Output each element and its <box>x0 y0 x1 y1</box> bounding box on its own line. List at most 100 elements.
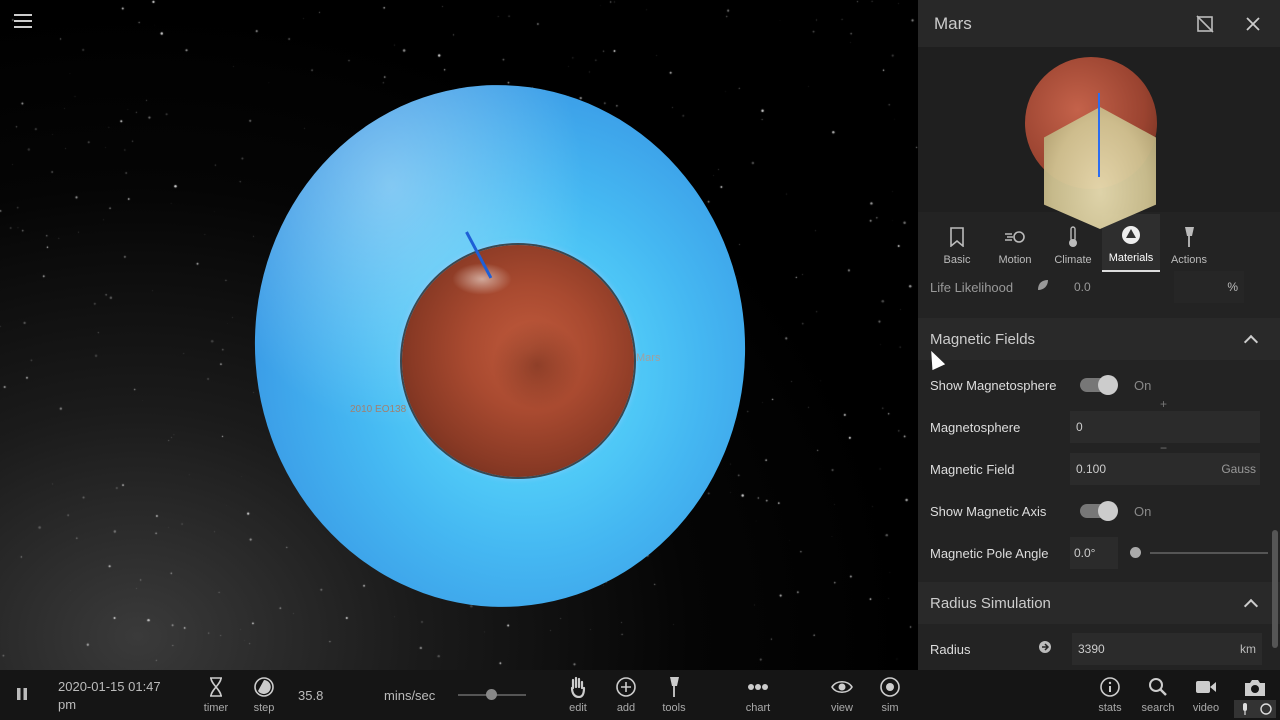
tab-actions[interactable]: Actions <box>1160 214 1218 272</box>
planet-mars[interactable] <box>402 245 634 477</box>
life-likelihood-label: Life Likelihood <box>930 279 1014 295</box>
sim-date[interactable]: 2020-01-15 01:47 <box>58 679 161 694</box>
magnetic-pole-angle-value[interactable]: 0.0° <box>1070 537 1118 569</box>
timer-button[interactable]: timer <box>193 676 239 714</box>
stats-button[interactable]: stats <box>1087 676 1133 714</box>
show-magnetic-axis-row: Show Magnetic Axis On <box>918 490 1280 532</box>
stats-label: stats <box>1098 702 1122 714</box>
microphone-icon[interactable] <box>1234 700 1256 718</box>
radius-row: Radius 3390 km <box>918 628 1280 670</box>
magnetic-field-input[interactable]: 0.100 − Gauss <box>1070 441 1260 485</box>
radius-simulation-header[interactable]: Radius Simulation <box>918 582 1280 624</box>
rate-unit[interactable]: mins/sec <box>384 688 435 703</box>
panel-title: Mars <box>934 13 972 33</box>
magnetic-field-unit: Gauss <box>1221 462 1256 476</box>
sim-time-ampm[interactable]: pm <box>58 697 76 712</box>
tab-label: Materials <box>1108 252 1154 264</box>
magnetosphere-value: 0 <box>1076 420 1083 434</box>
search-button[interactable]: search <box>1135 676 1181 714</box>
object-preview <box>918 47 1280 229</box>
bottom-toolbar: 2020-01-15 01:47 pm timer step 35.8 mins… <box>0 670 1280 720</box>
add-label: add <box>616 702 636 714</box>
decrement-icon[interactable]: − <box>1160 441 1167 455</box>
radius-label: Radius <box>930 641 971 657</box>
sim-button[interactable]: sim <box>867 676 913 714</box>
search-icon <box>1147 676 1169 698</box>
hide-panel-icon[interactable] <box>1194 13 1216 35</box>
hamburger-icon[interactable] <box>14 14 32 30</box>
panel-header: Mars <box>918 0 1280 47</box>
sim-label: sim <box>881 702 899 714</box>
thermometer-icon <box>1062 226 1084 248</box>
planet-label[interactable]: Mars <box>636 352 660 364</box>
pole-angle-slider-knob[interactable] <box>1130 547 1141 558</box>
video-button[interactable]: video <box>1183 676 1229 714</box>
actions-icon <box>1178 226 1200 248</box>
magnetic-field-row: Magnetic Field 0.100 − Gauss <box>918 441 1280 490</box>
tab-label: Motion <box>998 254 1032 266</box>
edit-label: edit <box>569 702 587 714</box>
materials-icon <box>1120 224 1142 246</box>
video-label: video <box>1192 702 1220 714</box>
step-label: step <box>253 702 275 714</box>
record-icon[interactable] <box>1256 700 1276 718</box>
show-magnetic-axis-toggle[interactable] <box>1080 501 1118 521</box>
panel-scrollbar[interactable] <box>1272 530 1278 648</box>
motion-icon <box>1004 226 1026 248</box>
magnetic-pole-angle-control: 0.0° <box>1070 537 1268 569</box>
chart-button[interactable]: chart <box>735 676 781 714</box>
magnetosphere-label: Magnetosphere <box>930 419 1021 435</box>
pause-icon[interactable] <box>14 686 30 707</box>
hourglass-icon <box>205 676 227 698</box>
eye-icon <box>831 676 853 698</box>
magnetic-field-value: 0.100 <box>1076 462 1107 476</box>
magnetic-pole-angle-label: Magnetic Pole Angle <box>930 545 1049 561</box>
search-label: search <box>1141 702 1175 714</box>
show-magnetosphere-label: Show Magnetosphere <box>930 377 1057 393</box>
section-title: Radius Simulation <box>930 594 1051 612</box>
magnetic-fields-header[interactable]: Magnetic Fields <box>918 318 1280 360</box>
space-viewport[interactable]: Mars 2010 EO138 <box>0 0 918 670</box>
pole-angle-slider-track[interactable] <box>1150 552 1268 554</box>
info-icon <box>1099 676 1121 698</box>
tools-label: tools <box>662 702 686 714</box>
add-icon <box>615 676 637 698</box>
tab-motion[interactable]: Motion <box>986 214 1044 272</box>
tools-icon <box>663 676 685 698</box>
life-likelihood-unit: % <box>1174 271 1244 303</box>
radius-unit: km <box>1240 642 1256 656</box>
show-magnetosphere-row: Show Magnetosphere On <box>918 364 1280 406</box>
magnetosphere-input[interactable]: 0 + <box>1070 397 1260 443</box>
radius-input[interactable]: 3390 km <box>1072 633 1262 665</box>
tab-label: Actions <box>1170 254 1208 266</box>
properties-panel: Mars Basic Motion Climate Materials Acti… <box>918 0 1280 670</box>
bookmark-icon <box>946 226 968 248</box>
edit-button[interactable]: edit <box>555 676 601 714</box>
leaf-icon <box>1036 278 1056 297</box>
chevron-up-icon[interactable] <box>1243 598 1259 613</box>
asteroid-label[interactable]: 2010 EO138 <box>350 404 406 415</box>
reset-icon[interactable] <box>1038 640 1072 659</box>
chart-icon <box>747 676 769 698</box>
hand-icon <box>567 676 589 698</box>
video-camera-icon <box>1195 676 1217 698</box>
preview-axis <box>1098 93 1100 177</box>
chevron-up-icon[interactable] <box>1243 334 1259 349</box>
life-likelihood-value[interactable]: 0.0 <box>1056 280 1174 294</box>
magnetic-pole-angle-row: Magnetic Pole Angle 0.0° <box>918 532 1280 574</box>
increment-icon[interactable]: + <box>1160 397 1167 411</box>
close-icon[interactable] <box>1242 13 1264 35</box>
view-button[interactable]: view <box>819 676 865 714</box>
sim-icon <box>879 676 901 698</box>
tab-label: Climate <box>1054 254 1092 266</box>
show-magnetosphere-toggle[interactable] <box>1080 375 1118 395</box>
step-button[interactable]: step <box>241 676 287 714</box>
rate-slider-knob[interactable] <box>486 689 497 700</box>
tools-button[interactable]: tools <box>651 676 697 714</box>
magnetosphere-row: Magnetosphere 0 + <box>918 397 1280 448</box>
radius-value: 3390 <box>1078 642 1105 656</box>
tab-basic[interactable]: Basic <box>928 214 986 272</box>
toggle-state: On <box>1134 503 1152 519</box>
add-button[interactable]: add <box>603 676 649 714</box>
rate-value[interactable]: 35.8 <box>298 688 323 703</box>
